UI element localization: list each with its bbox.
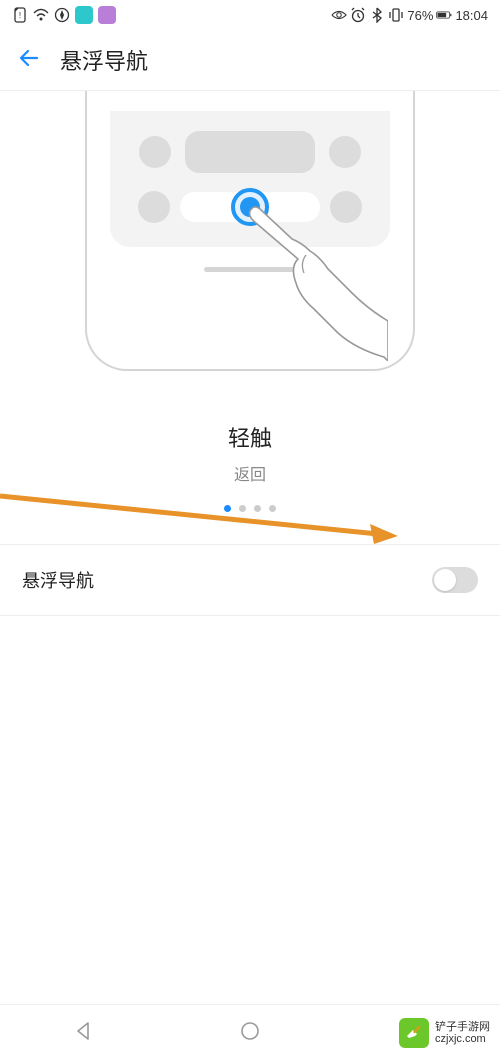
setting-row-floating-nav[interactable]: 悬浮导航 (0, 544, 500, 616)
gesture-subtitle: 返回 (0, 461, 500, 485)
bluetooth-icon (369, 7, 385, 23)
app-badge-2 (98, 6, 116, 24)
gesture-illustration (0, 91, 500, 371)
sim-icon: ! (12, 7, 28, 23)
touch-point-icon (231, 188, 269, 226)
pager-dot (239, 505, 246, 512)
status-bar: ! 76% 18:04 (0, 0, 500, 30)
vibrate-icon (388, 7, 404, 23)
alarm-icon (350, 7, 366, 23)
clock-time: 18:04 (455, 8, 488, 23)
setting-label: 悬浮导航 (22, 567, 94, 593)
wifi-icon (33, 7, 49, 23)
nav-back-button[interactable] (69, 1017, 97, 1045)
back-button[interactable] (16, 45, 42, 76)
header: 悬浮导航 (0, 30, 500, 91)
watermark-name: 铲子手游网 (435, 1021, 490, 1033)
gesture-info: 轻触 返回 (0, 421, 500, 485)
illustration-bar (185, 131, 315, 173)
pager-dot (269, 505, 276, 512)
compass-icon (54, 7, 70, 23)
gesture-title: 轻触 (0, 421, 500, 453)
illustration-dot (138, 191, 170, 223)
battery-percent: 76% (407, 8, 433, 23)
illustration-dot (139, 136, 171, 168)
status-right: 76% 18:04 (331, 7, 488, 23)
illustration-dot (330, 191, 362, 223)
pager-dot (254, 505, 261, 512)
watermark-url: czjxjc.com (435, 1033, 490, 1045)
status-left: ! (12, 6, 116, 24)
nav-home-button[interactable] (236, 1017, 264, 1045)
watermark: 铲子手游网 czjxjc.com (399, 1018, 490, 1048)
eye-icon (331, 7, 347, 23)
svg-text:!: ! (19, 11, 21, 20)
watermark-logo-icon (399, 1018, 429, 1048)
illustration-dot (329, 136, 361, 168)
page-title: 悬浮导航 (60, 44, 148, 76)
hand-icon (248, 201, 388, 361)
annotation-arrow (0, 488, 400, 548)
floating-nav-toggle[interactable] (432, 567, 478, 593)
app-badge-1 (75, 6, 93, 24)
pager-dot (224, 505, 231, 512)
battery-icon (436, 7, 452, 23)
illustration-swipe-bar (180, 192, 320, 222)
home-indicator-icon (204, 267, 296, 272)
pager-dots[interactable] (0, 505, 500, 512)
